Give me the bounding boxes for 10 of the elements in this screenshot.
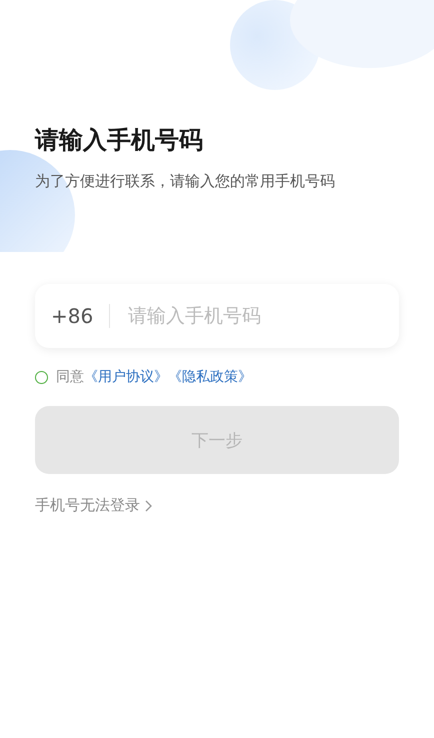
subtitle: 为了方便进行联系，请输入您的常用手机号码 [35, 171, 336, 192]
agree-label: 同意 [56, 368, 84, 386]
chevron-right-icon [145, 500, 152, 512]
page-title: 请输入手机号码 [35, 125, 204, 156]
country-code[interactable]: +86 [51, 304, 94, 328]
policy-link[interactable]: 《用户协议》 [84, 368, 168, 386]
policy-link[interactable]: 《隐私政策》 [168, 368, 252, 386]
help-link[interactable]: 手机号无法登录 [35, 496, 140, 515]
agree-radio[interactable] [35, 370, 48, 384]
phone-field[interactable]: +86 请输入手机号码 [35, 284, 399, 348]
